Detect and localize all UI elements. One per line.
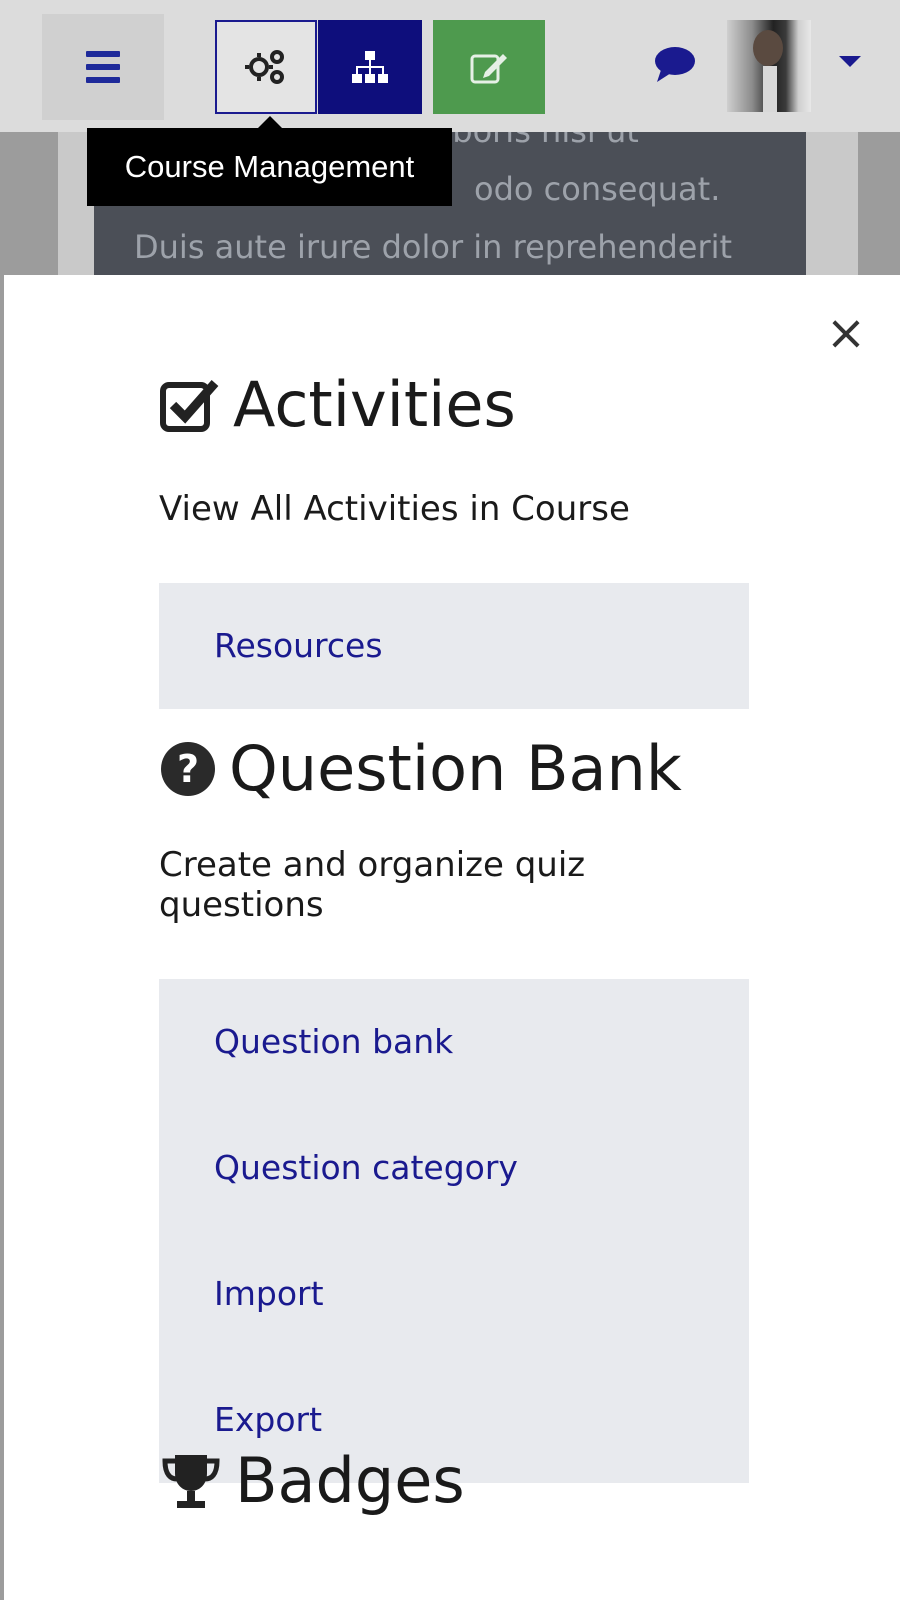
- question-bank-link[interactable]: Question bank: [159, 979, 749, 1105]
- section-heading: Activities: [159, 367, 749, 443]
- tooltip: Course Management: [87, 128, 452, 206]
- hamburger-icon: [86, 51, 120, 83]
- section-question-bank: ? Question Bank Create and organize quiz…: [159, 731, 749, 1483]
- section-description: View All Activities in Course: [159, 489, 630, 529]
- nav-drawer-toggle-button[interactable]: [42, 14, 164, 120]
- course-structure-button[interactable]: [318, 20, 422, 114]
- course-management-drawer: × Activities View All Activities in Cour…: [4, 275, 900, 1600]
- chat-icon[interactable]: [653, 44, 697, 84]
- close-icon[interactable]: ×: [824, 309, 868, 357]
- section-description: Create and organize quiz questions: [159, 845, 586, 925]
- caret-down-icon[interactable]: [839, 56, 861, 67]
- avatar[interactable]: [727, 20, 811, 112]
- gears-icon: [245, 50, 284, 84]
- trophy-icon: [162, 1455, 220, 1508]
- course-management-button[interactable]: [215, 20, 317, 114]
- question-category-link[interactable]: Question category: [159, 1105, 749, 1231]
- section-heading: ? Question Bank: [159, 731, 749, 807]
- question-circle-icon: ?: [161, 742, 215, 796]
- tooltip-arrow: [258, 116, 282, 128]
- link-panel: Question bank Question category Import E…: [159, 979, 749, 1483]
- section-badges: Badges: [159, 1443, 749, 1519]
- edit-icon: [470, 54, 507, 84]
- checkbox-icon: [160, 380, 219, 432]
- sitemap-icon: [352, 51, 388, 83]
- svg-text:?: ?: [177, 747, 199, 791]
- link-panel: Resources: [159, 583, 749, 709]
- section-heading: Badges: [159, 1443, 749, 1519]
- import-link[interactable]: Import: [159, 1231, 749, 1357]
- edit-mode-button[interactable]: [433, 20, 545, 114]
- section-activities: Activities View All Activities in Course…: [159, 367, 749, 709]
- resources-link[interactable]: Resources: [159, 583, 749, 709]
